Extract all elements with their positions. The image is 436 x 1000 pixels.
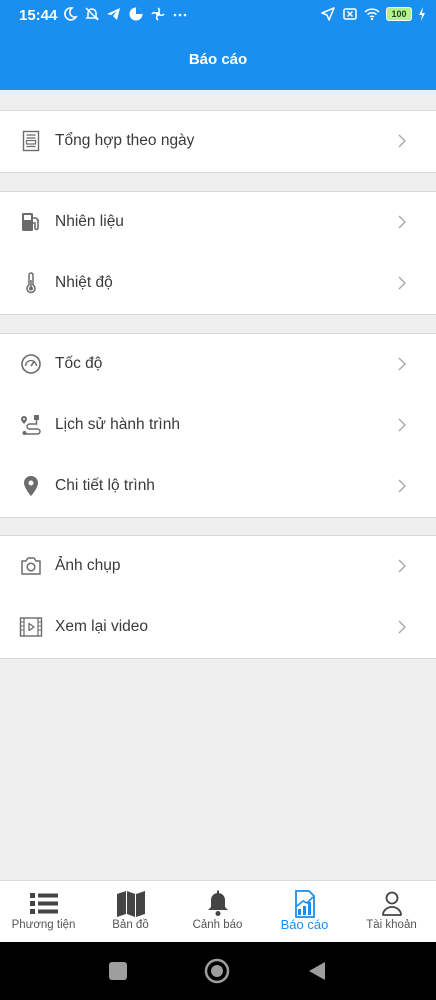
user-icon [381,891,402,916]
menu-item-label: Lịch sử hành trình [55,416,180,433]
menu-item-speed[interactable]: Tốc độ [0,334,436,395]
fuel-icon [22,213,39,231]
menu-group-media: Ảnh chụp Xem lại video [0,535,436,659]
menu-item-daily-summary[interactable]: Tổng hợp theo ngày [0,111,436,172]
tab-reports[interactable]: Báo cáo [261,881,348,943]
muted-icon [85,7,99,21]
menu-item-label: Tốc độ [55,355,103,372]
location-pin-icon [24,476,38,496]
chevron-right-icon [398,215,406,229]
app-header: Báo cáo [0,30,436,90]
chevron-right-icon [398,620,406,634]
tab-account[interactable]: Tài khoản [348,881,435,943]
system-nav-bar [0,942,436,1000]
menu-item-label: Chi tiết lộ trình [55,477,155,494]
fan-icon [151,7,165,21]
more-dots-icon [173,13,187,17]
status-system-icons: 100 [320,6,426,22]
menu-item-route-detail[interactable]: Chi tiết lộ trình [0,456,436,517]
route-icon [21,415,41,435]
chevron-right-icon [398,418,406,432]
wifi-icon [364,8,380,21]
menu-item-fuel[interactable]: Nhiên liệu [0,192,436,253]
tab-label: Cảnh báo [192,919,243,931]
no-sim-icon [343,8,357,20]
tab-alerts[interactable]: Cảnh báo [174,881,261,943]
menu-group-trips: Tốc độ Lịch sử hành trình Chi tiết lộ tr… [0,333,436,518]
bottom-tab-bar: Phương tiện Bản đồ Cảnh báo Báo cáo Tài … [0,880,436,942]
chevron-right-icon [398,357,406,371]
tab-label: Tài khoản [366,919,417,931]
tab-map[interactable]: Bản đồ [87,881,174,943]
menu-item-label: Nhiên liệu [55,213,124,230]
page-title: Báo cáo [188,51,248,68]
app-circle-icon [129,7,143,21]
list-icon [29,893,58,914]
chevron-right-icon [398,559,406,573]
menu-item-photos[interactable]: Ảnh chụp [0,536,436,597]
menu-group-summary: Tổng hợp theo ngày [0,110,436,173]
menu-item-label: Tổng hợp theo ngày [55,132,195,149]
chevron-right-icon [398,134,406,148]
menu-group-sensors: Nhiên liệu Nhiệt độ [0,191,436,315]
map-icon [116,891,145,917]
menu-item-label: Ảnh chụp [55,557,121,574]
tab-label: Báo cáo [280,917,329,932]
tab-label: Phương tiện [11,919,76,931]
menu-item-label: Xem lại video [55,618,149,635]
home-button-icon[interactable] [204,958,230,984]
status-notification-icons [62,6,188,22]
moon-icon [64,7,78,21]
bell-icon [207,890,228,916]
document-icon [22,130,40,152]
menu-item-video-playback[interactable]: Xem lại video [0,597,436,658]
video-icon [19,617,43,637]
tab-vehicles[interactable]: Phương tiện [0,881,87,943]
recent-apps-icon[interactable] [108,961,128,981]
battery-indicator: 100 [386,7,412,21]
status-time: 15:44 [19,7,58,24]
tab-label: Bản đồ [112,919,149,931]
chevron-right-icon [398,276,406,290]
camera-icon [21,557,41,575]
charging-bolt-icon [419,7,425,21]
thermometer-icon [26,272,36,294]
back-button-icon[interactable] [307,961,327,981]
menu-item-trip-history[interactable]: Lịch sử hành trình [0,395,436,456]
speedometer-icon [21,354,41,374]
report-chart-icon [294,890,315,918]
telegram-icon [107,8,120,20]
status-bar: 15:44 100 [0,0,436,30]
menu-item-label: Nhiệt độ [55,274,113,291]
menu-item-temperature[interactable]: Nhiệt độ [0,253,436,314]
location-arrow-icon [321,7,335,21]
chevron-right-icon [398,479,406,493]
